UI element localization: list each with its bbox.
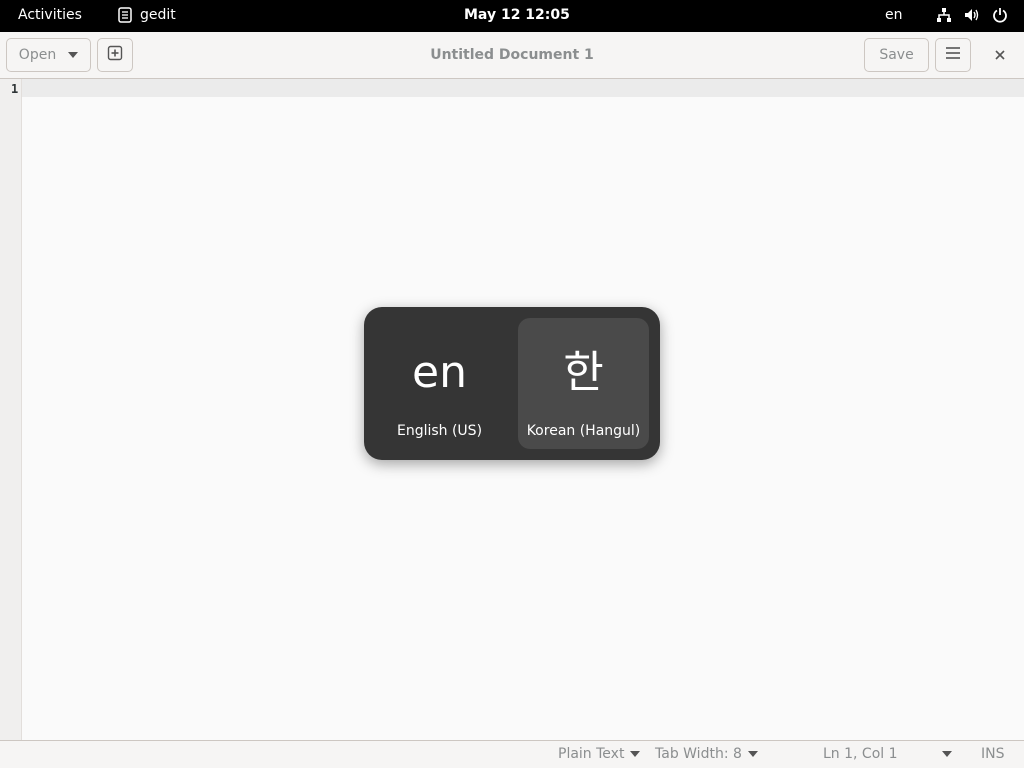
input-source-korean[interactable]: 한 Korean (Hangul) <box>518 318 649 449</box>
chevron-down-icon <box>630 751 641 757</box>
close-icon <box>995 45 1005 64</box>
input-source-switcher: en English (US) 한 Korean (Hangul) <box>364 307 660 460</box>
open-button[interactable]: Open <box>6 38 91 72</box>
new-document-icon <box>107 45 123 65</box>
top-bar: Activities gedit May 12 12:05 en <box>0 0 1024 32</box>
system-menu[interactable] <box>936 7 1008 23</box>
volume-icon <box>964 7 980 23</box>
hamburger-icon <box>945 46 961 64</box>
power-icon <box>992 7 1008 23</box>
tab-width-selector[interactable]: Tab Width: 8 <box>655 746 758 762</box>
status-bar: Plain Text Tab Width: 8 Ln 1, Col 1 INS <box>0 740 1024 768</box>
app-menu[interactable]: gedit <box>118 7 176 23</box>
header-bar: Open Save <box>0 32 1024 79</box>
input-source-indicator[interactable]: en <box>885 7 903 23</box>
new-tab-button[interactable] <box>97 38 133 72</box>
line-number-gutter <box>0 79 22 740</box>
insert-mode-label: INS <box>981 746 1005 762</box>
save-button[interactable]: Save <box>864 38 929 72</box>
close-button[interactable] <box>990 44 1010 64</box>
input-source-name: English (US) <box>396 423 483 439</box>
cursor-position-label: Ln 1, Col 1 <box>823 746 898 762</box>
gedit-icon <box>118 7 132 23</box>
app-name: gedit <box>140 7 176 23</box>
activities-button[interactable]: Activities <box>18 7 82 23</box>
save-label: Save <box>879 47 914 63</box>
input-source-short-label: en <box>412 347 467 398</box>
open-label: Open <box>18 47 57 63</box>
chevron-down-icon <box>941 751 952 757</box>
tab-width-label: Tab Width: 8 <box>655 746 742 762</box>
chevron-down-icon <box>68 52 79 58</box>
chevron-down-icon <box>747 751 758 757</box>
network-icon <box>936 7 952 23</box>
cursor-position-selector[interactable]: Ln 1, Col 1 <box>823 746 952 762</box>
input-source-short-label: 한 <box>563 347 604 398</box>
input-source-english[interactable]: en English (US) <box>374 318 505 449</box>
language-selector[interactable]: Plain Text <box>558 746 641 762</box>
language-label: Plain Text <box>558 746 625 762</box>
insert-mode-indicator: INS <box>981 746 1005 762</box>
line-number: 1 <box>11 82 19 96</box>
clock[interactable]: May 12 12:05 <box>464 7 570 23</box>
main-menu-button[interactable] <box>935 38 971 72</box>
current-line-highlight[interactable] <box>22 79 1024 97</box>
input-source-name: Korean (Hangul) <box>526 423 641 439</box>
